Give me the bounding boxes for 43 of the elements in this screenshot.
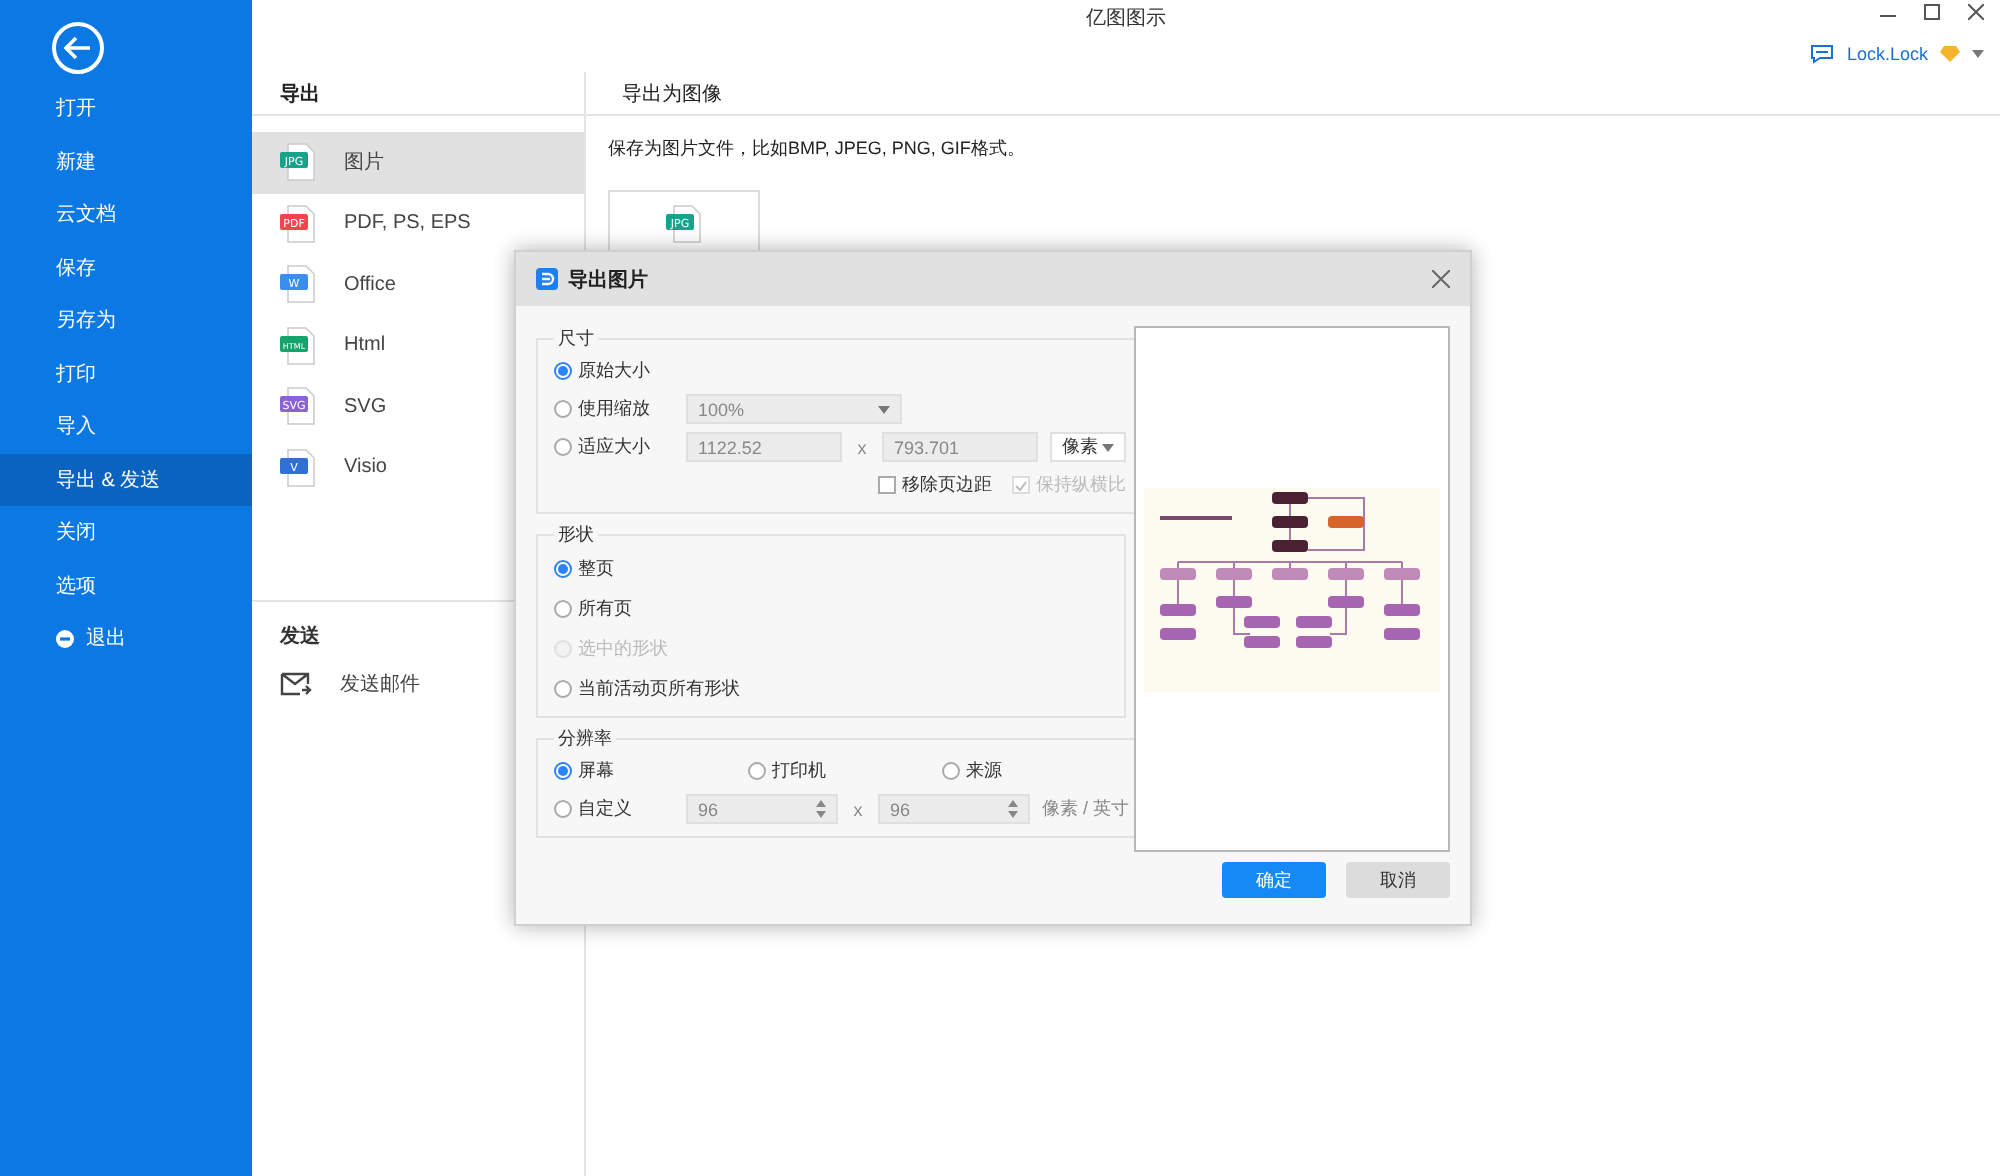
option-label: Html: [344, 334, 386, 357]
option-label: PDF, PS, EPS: [344, 212, 471, 235]
unit-label: 像素 / 英寸: [1042, 796, 1130, 822]
times-sign: x: [855, 437, 869, 457]
menu-label: 打印: [56, 361, 96, 388]
group-title: 形状: [556, 522, 596, 548]
menu-label: 导出 & 发送: [56, 467, 161, 494]
option-label: 原始大小: [578, 358, 650, 384]
option-label: 屏幕: [578, 758, 614, 784]
option-label: 使用缩放: [578, 396, 650, 422]
description-text: 保存为图片文件，比如BMP, JPEG, PNG, GIF格式。: [606, 136, 1027, 162]
times-sign: x: [851, 799, 865, 819]
option-label: 打印机: [772, 758, 826, 784]
menu-label: 云文档: [56, 201, 116, 229]
option-label: 移除页边距: [902, 472, 992, 498]
option-label: 发送邮件: [340, 671, 420, 699]
menu-label: 打开: [56, 95, 96, 123]
group-title: 分辨率: [556, 726, 614, 752]
option-label: 图片: [344, 149, 384, 177]
section-title: 导出: [252, 72, 584, 116]
group-title: 尺寸: [556, 326, 596, 352]
option-label: Visio: [344, 456, 387, 479]
menu-label: 选项: [56, 573, 96, 600]
window-title: 亿图图示: [1086, 6, 1166, 32]
option-label: 保持纵横比: [1036, 472, 1126, 498]
menu-label: 另存为: [56, 307, 116, 335]
option-label: 适应大小: [578, 434, 650, 460]
option-label: Office: [344, 273, 396, 296]
menu-label: 关闭: [56, 519, 96, 547]
menu-label: 新建: [56, 149, 96, 176]
section-title: 发送: [280, 623, 320, 652]
menu-label: 保存: [56, 255, 96, 282]
option-label: 整页: [578, 555, 614, 581]
option-label: 当前活动页所有形状: [578, 675, 740, 701]
menu-label: 退出: [86, 625, 126, 653]
option-label: SVG: [344, 395, 387, 418]
option-label: 所有页: [578, 595, 632, 621]
dialog-title: 导出图片: [568, 267, 648, 293]
option-label: 选中的形状: [578, 635, 668, 661]
panel-title: 导出为图像: [586, 72, 2000, 116]
option-label: 来源: [966, 758, 1002, 784]
menu-label: 导入: [56, 413, 96, 441]
option-label: 自定义: [578, 796, 632, 822]
